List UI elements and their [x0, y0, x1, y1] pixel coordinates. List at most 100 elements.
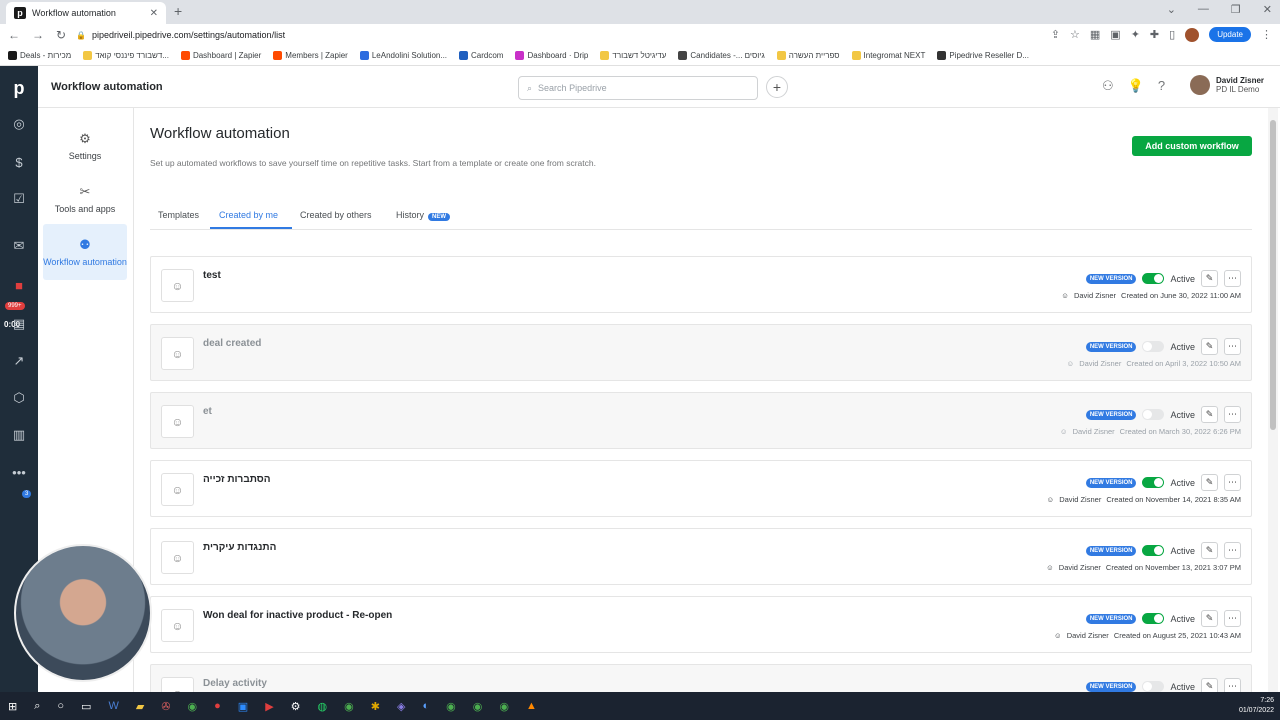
edit-icon[interactable]: ✎ [1201, 270, 1218, 287]
tab-history[interactable]: History NEW [396, 210, 451, 221]
settings-icon[interactable]: ⚙ [291, 700, 301, 713]
lightbulb-icon[interactable]: 💡 [1128, 78, 1144, 94]
tab-created-by-me[interactable]: Created by me [219, 210, 278, 220]
workflow-name[interactable]: deal created [203, 338, 261, 349]
extension-icon[interactable]: ✦ [1131, 28, 1140, 41]
edit-icon[interactable]: ✎ [1201, 678, 1218, 692]
more-options-icon[interactable]: ⋯ [1224, 542, 1241, 559]
bookmark-item[interactable]: עדיגיטל דשבורד [600, 51, 666, 60]
chrome-icon[interactable]: ◉ [473, 700, 483, 713]
browser-tab[interactable]: p Workflow automation ✕ [6, 2, 166, 24]
sidebar-icon[interactable]: ▯ [1169, 28, 1175, 41]
close-window-icon[interactable]: ✕ [1263, 3, 1272, 16]
workflow-row[interactable]: ☺ deal created NEW VERSION Active ✎ ⋯ ☺ David Z… [150, 324, 1252, 381]
more-options-icon[interactable]: ⋯ [1224, 270, 1241, 287]
invite-users-icon[interactable]: ⚇ [1102, 78, 1114, 94]
active-toggle[interactable] [1142, 409, 1165, 420]
bookmark-item[interactable]: LeAndolini Solution... [359, 51, 447, 60]
more-options-icon[interactable]: ⋯ [1224, 338, 1241, 355]
subnav-item-settings[interactable]: ⚙ Settings [43, 120, 127, 172]
active-toggle[interactable] [1142, 477, 1165, 488]
folder-icon[interactable]: ▰ [136, 700, 144, 713]
forward-icon[interactable]: → [32, 28, 44, 42]
workflow-name[interactable]: Delay activity [203, 678, 267, 689]
mail-icon[interactable]: ✉ [11, 238, 27, 254]
word-icon[interactable]: W [108, 700, 118, 712]
bookmark-item[interactable]: Dashboard · Drip [515, 51, 588, 60]
extension-icon[interactable]: ▦ [1090, 28, 1100, 41]
whatsapp-icon[interactable]: ◍ [318, 700, 328, 713]
more-options-icon[interactable]: ⋯ [1224, 678, 1241, 692]
bookmark-item[interactable]: דשבורד פיננסי קואד... [83, 51, 169, 60]
workflow-row[interactable]: ☺ Won deal for inactive product - Re-open… [150, 596, 1252, 653]
pipedrive-logo-icon[interactable]: p [0, 66, 38, 110]
vlc-icon[interactable]: ▲ [526, 700, 537, 712]
bookmark-item[interactable]: Cardcom [459, 51, 503, 60]
bookmark-item[interactable]: Pipedrive Reseller D... [937, 51, 1029, 60]
dollar-icon[interactable]: $ [11, 154, 27, 170]
workflow-row[interactable]: ☺ test NEW VERSION Active ✎ ⋯ ☺ David Zisner Cre… [150, 256, 1252, 313]
bookmark-item[interactable]: Candidates -... גיוסים [678, 51, 765, 60]
record-icon[interactable]: ■ [11, 277, 27, 293]
chrome-icon[interactable]: ◉ [499, 700, 509, 713]
minimize-icon[interactable]: — [1198, 3, 1209, 16]
chrome-icon[interactable]: ◉ [344, 700, 354, 713]
system-clock[interactable]: 7:26 01/07/2022 [1239, 696, 1274, 716]
puzzle-icon[interactable]: ✚ [1150, 28, 1159, 41]
insights-icon[interactable]: ↗ [11, 353, 27, 369]
workflow-name[interactable]: et [203, 406, 212, 417]
subnav-item-workflow-automation[interactable]: ⚉ Workflow automation [43, 224, 127, 280]
workflow-row[interactable]: ☺ et NEW VERSION Active ✎ ⋯ ☺ David Zisner Creat… [150, 392, 1252, 449]
app-icon[interactable]: ✇ [161, 700, 170, 713]
tab-created-by-others[interactable]: Created by others [300, 210, 372, 220]
workflow-name[interactable]: test [203, 270, 221, 281]
bookmark-item[interactable]: Dashboard | Zapier [180, 51, 261, 60]
chrome-icon[interactable]: ◉ [188, 700, 198, 713]
reload-icon[interactable]: ↻ [56, 28, 66, 42]
app-icon[interactable]: ◐ [422, 700, 429, 712]
active-toggle[interactable] [1142, 613, 1165, 624]
profile-avatar[interactable] [1185, 27, 1200, 42]
workflow-row[interactable]: ☺ הסתברות זכייה NEW VERSION Active ✎ ⋯ ☺ David … [150, 460, 1252, 517]
marketplace-icon[interactable]: ▥ [11, 427, 27, 443]
scrollbar[interactable] [1268, 108, 1278, 692]
more-options-icon[interactable]: ⋯ [1224, 474, 1241, 491]
app-icon[interactable]: ◈ [397, 700, 405, 713]
products-icon[interactable]: ⬡ [11, 390, 27, 406]
active-toggle[interactable] [1142, 341, 1165, 352]
task-view-icon[interactable]: ▭ [81, 700, 91, 713]
bookmark-item[interactable]: Integromat NEXT [851, 51, 925, 60]
record-icon[interactable]: ● [214, 700, 221, 712]
quick-add-button[interactable]: + [766, 76, 788, 98]
slack-icon[interactable]: ✱ [371, 700, 380, 713]
subnav-item-tools[interactable]: ✂ Tools and apps [43, 173, 127, 225]
bookmark-item[interactable]: Members | Zapier [273, 51, 348, 60]
more-options-icon[interactable]: ⋯ [1224, 610, 1241, 627]
workflow-row[interactable]: ☺ התנגדות עיקרית NEW VERSION Active ✎ ⋯ ☺ David… [150, 528, 1252, 585]
edit-icon[interactable]: ✎ [1201, 338, 1218, 355]
more-icon[interactable]: ••• [11, 464, 27, 480]
more-icon[interactable]: ⋮ [1261, 28, 1272, 41]
edit-icon[interactable]: ✎ [1201, 542, 1218, 559]
back-icon[interactable]: ← [8, 28, 20, 42]
app-icon[interactable]: ▶ [265, 700, 273, 713]
maximize-icon[interactable]: ❐ [1231, 3, 1241, 16]
scrollbar-thumb[interactable] [1270, 120, 1276, 430]
new-tab-icon[interactable]: + [174, 3, 182, 19]
tab-templates[interactable]: Templates [158, 210, 199, 220]
more-options-icon[interactable]: ⋯ [1224, 406, 1241, 423]
chevron-down-icon[interactable]: ⌄ [1167, 3, 1176, 16]
update-button[interactable]: Update [1209, 27, 1251, 42]
active-toggle[interactable] [1142, 545, 1165, 556]
bookmark-item[interactable]: ספריית העשרה [776, 51, 840, 60]
extension-icon[interactable]: ▣ [1110, 28, 1120, 41]
active-toggle[interactable] [1142, 273, 1165, 284]
edit-icon[interactable]: ✎ [1201, 406, 1218, 423]
workflow-name[interactable]: התנגדות עיקרית [203, 542, 276, 553]
zoom-icon[interactable]: ▣ [238, 700, 248, 713]
workflow-row[interactable]: ☺ Delay activity NEW VERSION Active ✎ ⋯ [150, 664, 1252, 692]
workflow-name[interactable]: הסתברות זכייה [203, 474, 271, 485]
url-field[interactable]: 🔒 pipedriveil.pipedrive.com/settings/aut… [76, 30, 285, 40]
search-icon[interactable]: ⌕ [34, 700, 40, 713]
cortana-icon[interactable]: ○ [57, 700, 64, 712]
